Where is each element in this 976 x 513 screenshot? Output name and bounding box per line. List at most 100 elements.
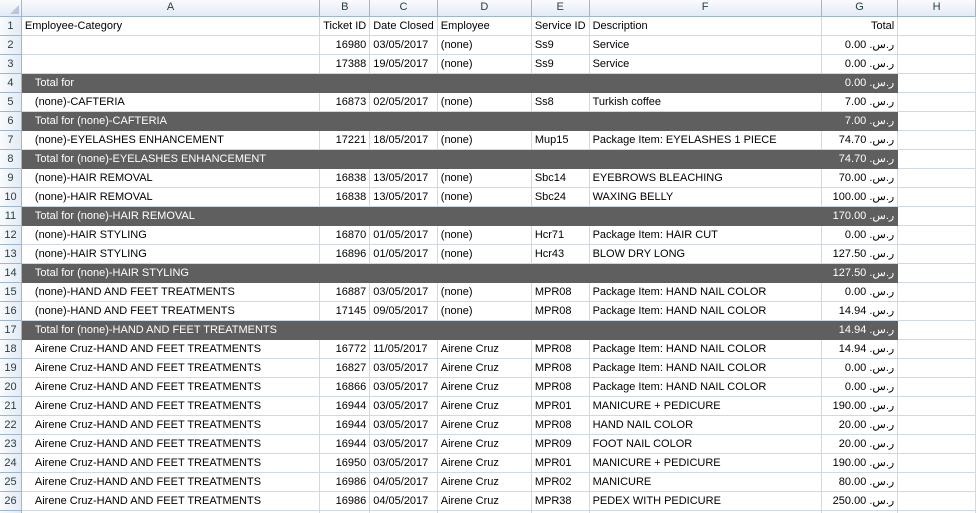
- cell-total[interactable]: 250.00 .ر.س: [821, 491, 899, 511]
- cell-total[interactable]: 190.00 .ر.س: [821, 453, 899, 473]
- cell-h[interactable]: [897, 73, 976, 93]
- cell-employee[interactable]: (none): [437, 35, 532, 55]
- cell-f[interactable]: [589, 111, 822, 131]
- cell-service-id[interactable]: MPR08: [531, 301, 590, 321]
- header-total[interactable]: Total: [821, 16, 899, 36]
- cell-ticket-id[interactable]: 16980: [319, 35, 371, 55]
- cell-h[interactable]: [897, 491, 976, 511]
- cell-date-closed[interactable]: 03/05/2017: [369, 282, 438, 302]
- cell-description[interactable]: Package Item: HAND NAIL COLOR: [589, 301, 822, 321]
- row-number[interactable]: 12: [0, 225, 22, 245]
- column-header-a[interactable]: A: [21, 0, 321, 17]
- cell-h[interactable]: [897, 111, 976, 131]
- column-header-c[interactable]: C: [369, 0, 438, 17]
- cell-employee[interactable]: (none): [437, 168, 532, 188]
- cell-b[interactable]: [319, 320, 371, 340]
- cell-h[interactable]: [897, 396, 976, 416]
- cell-description[interactable]: Package Item: HAND NAIL COLOR: [589, 282, 822, 302]
- row-number[interactable]: 1: [0, 16, 22, 36]
- header-description[interactable]: Description: [589, 16, 822, 36]
- cell-service-id[interactable]: Ss9: [531, 54, 590, 74]
- cell-service-id[interactable]: Mup15: [531, 130, 590, 150]
- cell-h[interactable]: [897, 206, 976, 226]
- row-number[interactable]: 25: [0, 472, 22, 492]
- cell-total[interactable]: 20.00 .ر.س: [821, 415, 899, 435]
- cell-h[interactable]: [897, 453, 976, 473]
- cell-f[interactable]: [589, 206, 822, 226]
- cell-e[interactable]: [531, 111, 590, 131]
- cell-description[interactable]: MANICURE + PEDICURE: [589, 453, 822, 473]
- cell-employee[interactable]: (none): [437, 225, 532, 245]
- cell-total[interactable]: 80.00 .ر.س: [821, 472, 899, 492]
- cell-total[interactable]: 14.94 .ر.س: [821, 301, 899, 321]
- cell-description[interactable]: Package Item: EYELASHES 1 PIECE: [589, 130, 822, 150]
- cell-d[interactable]: [437, 111, 532, 131]
- cell-service-id[interactable]: MPR08: [531, 415, 590, 435]
- cell-description[interactable]: Turkish coffee: [589, 92, 822, 112]
- row-number[interactable]: 5: [0, 92, 22, 112]
- cell-h[interactable]: [897, 377, 976, 397]
- column-header-e[interactable]: E: [531, 0, 590, 17]
- cell-date-closed[interactable]: 18/05/2017: [369, 130, 438, 150]
- cell-employee-category[interactable]: [21, 54, 321, 74]
- cell-service-id[interactable]: MPR08: [531, 377, 590, 397]
- cell-employee-category[interactable]: Airene Cruz-HAND AND FEET TREATMENTS: [21, 453, 321, 473]
- cell-employee[interactable]: (none): [437, 301, 532, 321]
- cell-total[interactable]: 0.00 .ر.س: [821, 54, 899, 74]
- cell-description[interactable]: FOOT NAIL COLOR: [589, 434, 822, 454]
- cell-date-closed[interactable]: 03/05/2017: [369, 35, 438, 55]
- cell-employee[interactable]: Airene Cruz: [437, 453, 532, 473]
- cell-date-closed[interactable]: 04/05/2017: [369, 491, 438, 511]
- cell-d[interactable]: [437, 149, 532, 169]
- row-number[interactable]: 21: [0, 396, 22, 416]
- cell-employee[interactable]: (none): [437, 92, 532, 112]
- cell-employee-category[interactable]: (none)-HAIR STYLING: [21, 225, 321, 245]
- subtotal-label[interactable]: Total for (none)-EYELASHES ENHANCEMENT: [21, 149, 321, 169]
- cell-employee-category[interactable]: (none)-CAFTERIA: [21, 92, 321, 112]
- row-number[interactable]: 4: [0, 73, 22, 93]
- cell-h[interactable]: [897, 149, 976, 169]
- cell-employee[interactable]: (none): [437, 187, 532, 207]
- subtotal-value[interactable]: 14.94 .ر.س: [821, 320, 899, 340]
- cell-description[interactable]: WAXING BELLY: [589, 187, 822, 207]
- subtotal-label[interactable]: Total for (none)-CAFTERIA: [21, 111, 321, 131]
- cell-employee-category[interactable]: Airene Cruz-HAND AND FEET TREATMENTS: [21, 491, 321, 511]
- cell-service-id[interactable]: MPR02: [531, 472, 590, 492]
- cell-c[interactable]: [369, 149, 438, 169]
- cell-ticket-id[interactable]: 16838: [319, 187, 371, 207]
- cell-b[interactable]: [319, 263, 371, 283]
- cell-b[interactable]: [319, 73, 371, 93]
- cell-date-closed[interactable]: 13/05/2017: [369, 187, 438, 207]
- cell-employee-category[interactable]: (none)-HAND AND FEET TREATMENTS: [21, 301, 321, 321]
- cell-employee[interactable]: (none): [437, 244, 532, 264]
- cell-c[interactable]: [369, 320, 438, 340]
- cell-ticket-id[interactable]: 16986: [319, 491, 371, 511]
- row-number[interactable]: 26: [0, 491, 22, 511]
- cell-h[interactable]: [897, 415, 976, 435]
- cell-employee-category[interactable]: (none)-HAIR REMOVAL: [21, 168, 321, 188]
- cell-date-closed[interactable]: 01/05/2017: [369, 244, 438, 264]
- column-header-d[interactable]: D: [437, 0, 532, 17]
- cell-ticket-id[interactable]: 16896: [319, 244, 371, 264]
- cell-total[interactable]: 20.00 .ر.س: [821, 434, 899, 454]
- cell-ticket-id[interactable]: 17145: [319, 301, 371, 321]
- cell-description[interactable]: EYEBROWS BLEACHING: [589, 168, 822, 188]
- cell-total[interactable]: 0.00 .ر.س: [821, 35, 899, 55]
- row-number[interactable]: 3: [0, 54, 22, 74]
- cell-e[interactable]: [531, 263, 590, 283]
- cell-employee-category[interactable]: Airene Cruz-HAND AND FEET TREATMENTS: [21, 415, 321, 435]
- row-number[interactable]: 11: [0, 206, 22, 226]
- cell-total[interactable]: 74.70 .ر.س: [821, 130, 899, 150]
- row-number[interactable]: 10: [0, 187, 22, 207]
- cell-employee[interactable]: Airene Cruz: [437, 491, 532, 511]
- subtotal-label[interactable]: Total for: [21, 73, 321, 93]
- cell-h[interactable]: [897, 54, 976, 74]
- cell-d[interactable]: [437, 320, 532, 340]
- row-number[interactable]: 6: [0, 111, 22, 131]
- cell-description[interactable]: PEDEX WITH PEDICURE: [589, 491, 822, 511]
- header-employee-category[interactable]: Employee-Category: [21, 16, 321, 36]
- cell-employee[interactable]: Airene Cruz: [437, 377, 532, 397]
- cell-date-closed[interactable]: 03/05/2017: [369, 396, 438, 416]
- cell-c[interactable]: [369, 206, 438, 226]
- cell-total[interactable]: 0.00 .ر.س: [821, 282, 899, 302]
